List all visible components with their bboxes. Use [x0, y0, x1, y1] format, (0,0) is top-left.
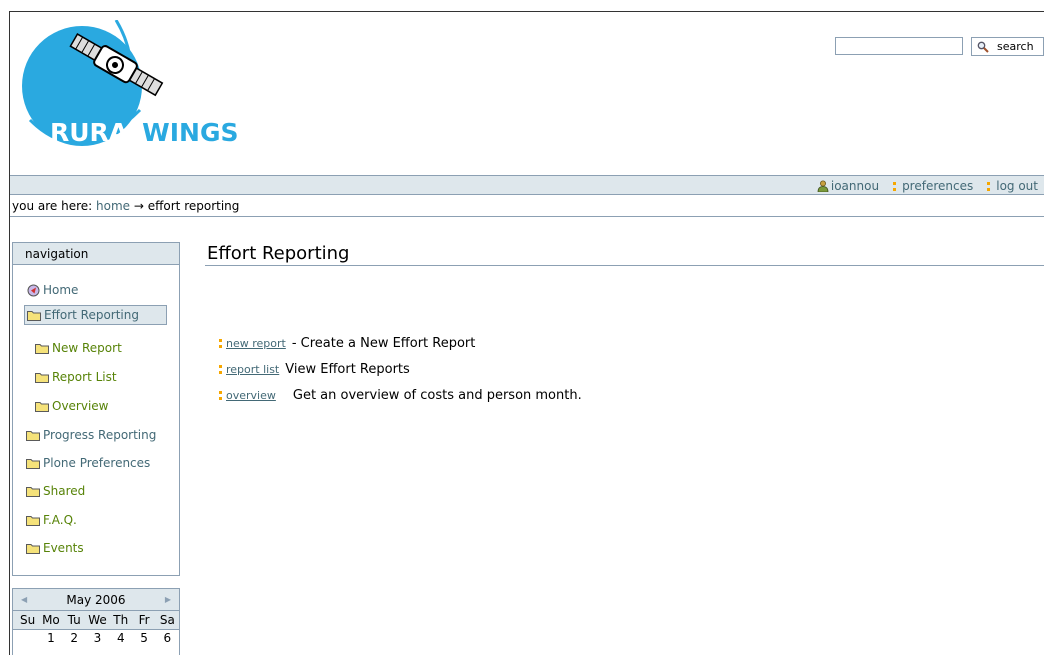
- link-row-new-report: new report - Create a New Effort Report: [219, 336, 475, 351]
- logout-link[interactable]: log out: [987, 179, 1038, 193]
- top-margin: [0, 0, 1044, 11]
- nav-item-report-list[interactable]: Report List: [35, 370, 117, 384]
- link-description: - Create a New Effort Report: [291, 336, 476, 351]
- previous-month-icon[interactable]: ◀: [21, 595, 27, 604]
- personal-bar: ioannou preferences log out: [10, 175, 1044, 195]
- nav-label: F.A.Q.: [43, 513, 77, 527]
- bullet-icon: [987, 181, 991, 191]
- link-row-report-list: report list View Effort Reports: [219, 362, 410, 377]
- logo-part-rural: RURAL: [50, 118, 143, 147]
- folder-icon: [26, 458, 40, 469]
- nav-item-faq[interactable]: F.A.Q.: [26, 513, 77, 527]
- weekday: Fr: [138, 613, 150, 627]
- weekday: Tu: [67, 613, 81, 627]
- nav-label: Report List: [52, 370, 117, 384]
- link-description: View Effort Reports: [285, 362, 410, 377]
- calendar-day[interactable]: 4: [109, 631, 132, 645]
- folder-icon: [35, 343, 49, 354]
- frame-border-top: [9, 11, 1044, 12]
- folder-icon: [26, 543, 40, 554]
- calendar-day[interactable]: 1: [39, 631, 62, 645]
- logo-part-wings: WINGS: [142, 118, 239, 147]
- report-list-link[interactable]: report list: [226, 363, 279, 376]
- folder-icon: [35, 401, 49, 412]
- page-title: Effort Reporting: [207, 243, 350, 264]
- site-logo[interactable]: RURALWINGS: [20, 19, 250, 160]
- link-row-overview: overview Get an overview of costs and pe…: [219, 388, 582, 403]
- home-icon: [27, 284, 40, 296]
- nav-item-home[interactable]: Home: [27, 283, 78, 297]
- calendar-day[interactable]: 5: [132, 631, 155, 645]
- breadcrumb-arrow: →: [133, 199, 144, 213]
- calendar-header: ◀ May 2006 ▶: [13, 589, 179, 611]
- preferences-label: preferences: [902, 179, 974, 193]
- nav-label: Home: [43, 283, 79, 297]
- folder-icon: [35, 372, 49, 383]
- nav-item-progress-reporting[interactable]: Progress Reporting: [26, 428, 156, 442]
- search-input[interactable]: [835, 37, 963, 55]
- user-name: ioannou: [830, 179, 880, 193]
- weekday: Sa: [159, 613, 175, 627]
- bullet-icon: [219, 391, 222, 400]
- logout-label: log out: [996, 179, 1038, 193]
- bullet-icon: [219, 365, 222, 374]
- navigation-title: navigation: [13, 243, 179, 265]
- search-button-label: search: [997, 40, 1034, 53]
- nav-label: Shared: [43, 484, 86, 498]
- user-icon: [817, 180, 829, 192]
- folder-icon: [26, 515, 40, 526]
- navigation-portlet: navigation Home Effort Reporting New Rep…: [12, 242, 180, 576]
- breadcrumb-current: effort reporting: [147, 199, 240, 213]
- weekday: Mo: [42, 613, 60, 627]
- folder-icon: [26, 486, 40, 497]
- breadcrumb: you are here: home → effort reporting: [10, 197, 1044, 217]
- nav-item-events[interactable]: Events: [26, 541, 84, 555]
- nav-label: New Report: [52, 341, 122, 355]
- logo-wordmark: RURALWINGS: [50, 118, 238, 147]
- folder-icon: [27, 310, 41, 321]
- nav-label: Events: [43, 541, 84, 555]
- calendar-weekdays: Su Mo Tu We Th Fr Sa: [13, 611, 179, 630]
- nav-label: Plone Preferences: [43, 456, 151, 470]
- calendar-portlet: ◀ May 2006 ▶ Su Mo Tu We Th Fr Sa 1 2 3 …: [12, 588, 180, 655]
- folder-icon: [26, 430, 40, 441]
- nav-item-plone-preferences[interactable]: Plone Preferences: [26, 456, 150, 470]
- calendar-week: 1 2 3 4 5 6: [13, 630, 179, 646]
- calendar-day[interactable]: 2: [63, 631, 86, 645]
- title-divider: [205, 265, 1044, 266]
- weekday: Th: [113, 613, 129, 627]
- bullet-icon: [219, 339, 222, 348]
- weekday: We: [88, 613, 107, 627]
- search-icon: [977, 41, 989, 53]
- nav-label: Overview: [52, 399, 109, 413]
- bullet-icon: [893, 181, 897, 191]
- weekday: Su: [20, 613, 36, 627]
- frame-border-left: [9, 11, 10, 655]
- preferences-link[interactable]: preferences: [893, 179, 973, 193]
- nav-item-effort-reporting[interactable]: Effort Reporting: [24, 305, 167, 325]
- nav-label: Progress Reporting: [43, 428, 157, 442]
- nav-label: Effort Reporting: [44, 308, 139, 322]
- nav-item-shared[interactable]: Shared: [26, 484, 85, 498]
- search-button[interactable]: search: [971, 37, 1044, 56]
- breadcrumb-home-link[interactable]: home: [96, 199, 130, 213]
- calendar-day[interactable]: 6: [156, 631, 179, 645]
- nav-item-new-report[interactable]: New Report: [35, 341, 122, 355]
- nav-item-overview[interactable]: Overview: [35, 399, 109, 413]
- calendar-month: May 2006: [66, 592, 126, 607]
- calendar-day[interactable]: 3: [86, 631, 109, 645]
- link-description: Get an overview of costs and person mont…: [292, 388, 582, 403]
- next-month-icon[interactable]: ▶: [165, 595, 171, 604]
- new-report-link[interactable]: new report: [226, 337, 286, 350]
- user-link[interactable]: ioannou: [817, 179, 879, 193]
- breadcrumb-prefix: you are here:: [12, 199, 93, 213]
- overview-link[interactable]: overview: [226, 389, 276, 402]
